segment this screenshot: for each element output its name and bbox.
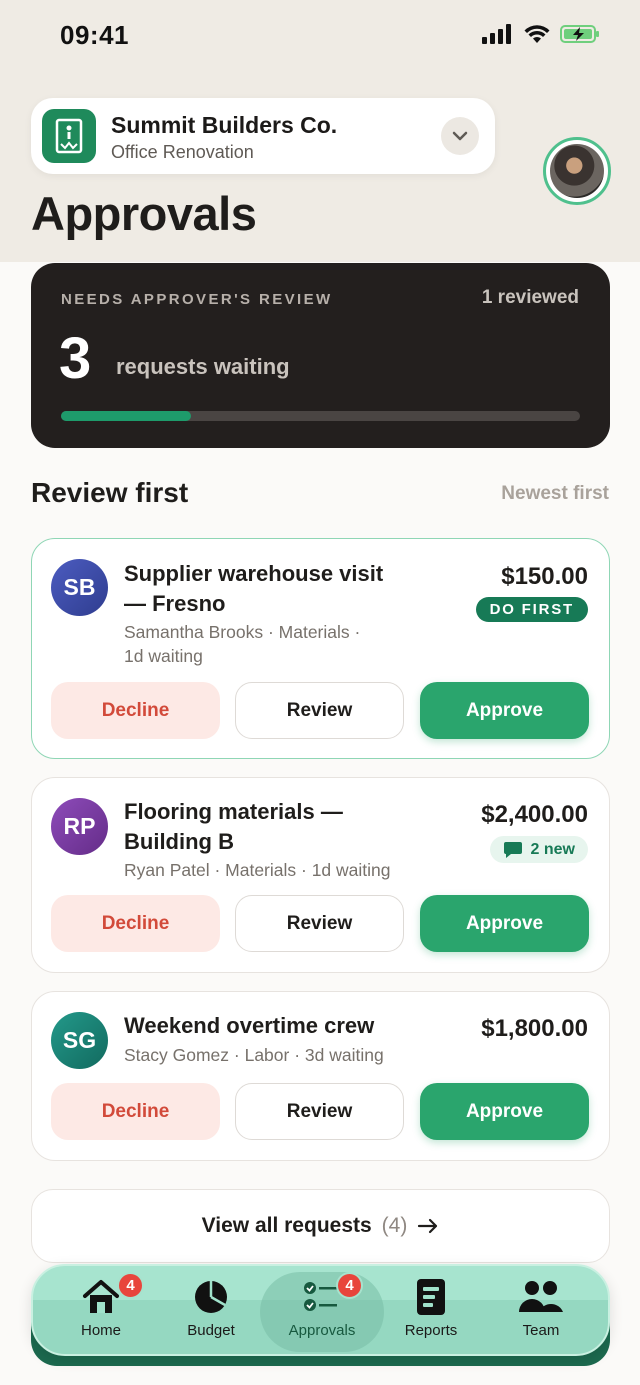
request-amount: $150.00 <box>501 563 588 590</box>
request-meta-line: Ryan Patel · Materials · 1d waiting <box>124 860 391 880</box>
team-icon <box>491 1278 591 1316</box>
tab-approvals[interactable]: Approvals 4 <box>260 1272 384 1352</box>
pie-chart-icon <box>161 1278 261 1316</box>
section-title: Review first <box>31 477 189 508</box>
decline-button[interactable]: Decline <box>51 895 220 952</box>
summary-caption: requests waiting <box>116 354 290 379</box>
new-comments-count: 2 new <box>530 840 575 858</box>
profile-avatar[interactable] <box>543 137 611 205</box>
requester-avatar: SB <box>51 559 108 616</box>
tab-label: Approvals <box>288 1322 356 1339</box>
project-subtitle: Office Renovation <box>111 142 254 162</box>
request-title: Flooring materials — Building B <box>124 797 343 857</box>
project-logo-icon <box>42 109 96 163</box>
chevron-down-icon[interactable] <box>441 117 479 155</box>
page-title: Approvals <box>31 187 257 240</box>
request-meta: Stacy Gomez · Labor · 3d waiting <box>124 1043 384 1067</box>
summary-reviewed: 1 reviewed <box>481 287 579 308</box>
review-button[interactable]: Review <box>235 1083 404 1140</box>
new-comments-badge[interactable]: 2 new <box>489 836 588 863</box>
request-meta-line: Samantha Brooks · Materials · <box>124 622 361 642</box>
tab-label: Team <box>522 1322 560 1339</box>
tab-badge: 4 <box>117 1272 144 1299</box>
request-title-line: Supplier warehouse visit <box>124 561 384 586</box>
request-title: Weekend overtime crew <box>124 1011 374 1041</box>
project-name: Summit Builders Co. <box>111 112 338 138</box>
requester-avatar: SG <box>51 1012 108 1069</box>
priority-badge: DO FIRST <box>475 597 588 622</box>
request-card[interactable]: SB Supplier warehouse visit — Fresno Sam… <box>31 538 610 759</box>
tab-team[interactable]: Team <box>491 1278 591 1339</box>
project-switcher[interactable]: Summit Builders Co. Office Renovation <box>31 98 495 174</box>
status-icons <box>482 24 600 44</box>
view-all-requests-button[interactable]: View all requests (4) <box>31 1189 610 1263</box>
request-title-line: Building B <box>124 829 234 854</box>
request-meta-line: Stacy Gomez · Labor · 3d waiting <box>124 1045 384 1065</box>
review-button[interactable]: Review <box>235 682 404 739</box>
approve-button[interactable]: Approve <box>420 682 589 739</box>
request-meta: Samantha Brooks · Materials · 1d waiting <box>124 620 360 668</box>
request-meta: Ryan Patel · Materials · 1d waiting <box>124 858 391 882</box>
report-icon <box>381 1278 481 1316</box>
wifi-icon <box>524 25 550 43</box>
summary-count: 3 <box>59 326 92 391</box>
review-progress-bar <box>61 411 580 421</box>
review-button[interactable]: Review <box>235 895 404 952</box>
view-all-count: (4) <box>381 1214 408 1237</box>
decline-button[interactable]: Decline <box>51 1083 220 1140</box>
tab-label: Budget <box>187 1322 235 1339</box>
status-time: 09:41 <box>60 20 129 50</box>
profile-photo <box>550 144 604 198</box>
signal-icon <box>482 24 511 44</box>
request-title-line: Flooring materials — <box>124 799 343 824</box>
tab-label: Reports <box>404 1322 458 1339</box>
decline-button[interactable]: Decline <box>51 682 220 739</box>
requester-avatar: RP <box>51 798 108 855</box>
tab-reports[interactable]: Reports <box>381 1278 481 1339</box>
tab-bar: Home 4 Budget Approvals 4 Reports Team <box>31 1264 610 1356</box>
tab-label: Home <box>80 1322 121 1339</box>
view-all-label: View all requests <box>201 1214 372 1237</box>
request-title-line: — Fresno <box>124 591 226 616</box>
request-title: Supplier warehouse visit — Fresno <box>124 559 383 619</box>
request-meta-line: 1d waiting <box>124 646 203 666</box>
review-progress-fill <box>61 411 191 421</box>
request-card[interactable]: RP Flooring materials — Building B Ryan … <box>31 777 610 973</box>
tab-home[interactable]: Home 4 <box>51 1272 151 1339</box>
approve-button[interactable]: Approve <box>420 895 589 952</box>
sort-toggle[interactable]: Newest first <box>501 483 609 505</box>
approve-button[interactable]: Approve <box>420 1083 589 1140</box>
request-title-line: Weekend overtime crew <box>124 1013 375 1038</box>
request-card[interactable]: SG Weekend overtime crew Stacy Gomez · L… <box>31 991 610 1161</box>
arrow-right-icon <box>418 1218 438 1234</box>
battery-charging-icon <box>560 25 599 43</box>
status-bar: 09:41 <box>0 0 640 72</box>
chat-bubble-icon <box>503 841 522 858</box>
tab-badge: 4 <box>336 1272 363 1299</box>
request-amount: $2,400.00 <box>481 801 588 828</box>
request-amount: $1,800.00 <box>481 1015 588 1042</box>
tab-budget[interactable]: Budget <box>161 1278 261 1339</box>
review-summary-card: NEEDS APPROVER'S REVIEW 1 reviewed 3 req… <box>31 263 610 448</box>
summary-label: NEEDS APPROVER'S REVIEW <box>61 291 333 308</box>
